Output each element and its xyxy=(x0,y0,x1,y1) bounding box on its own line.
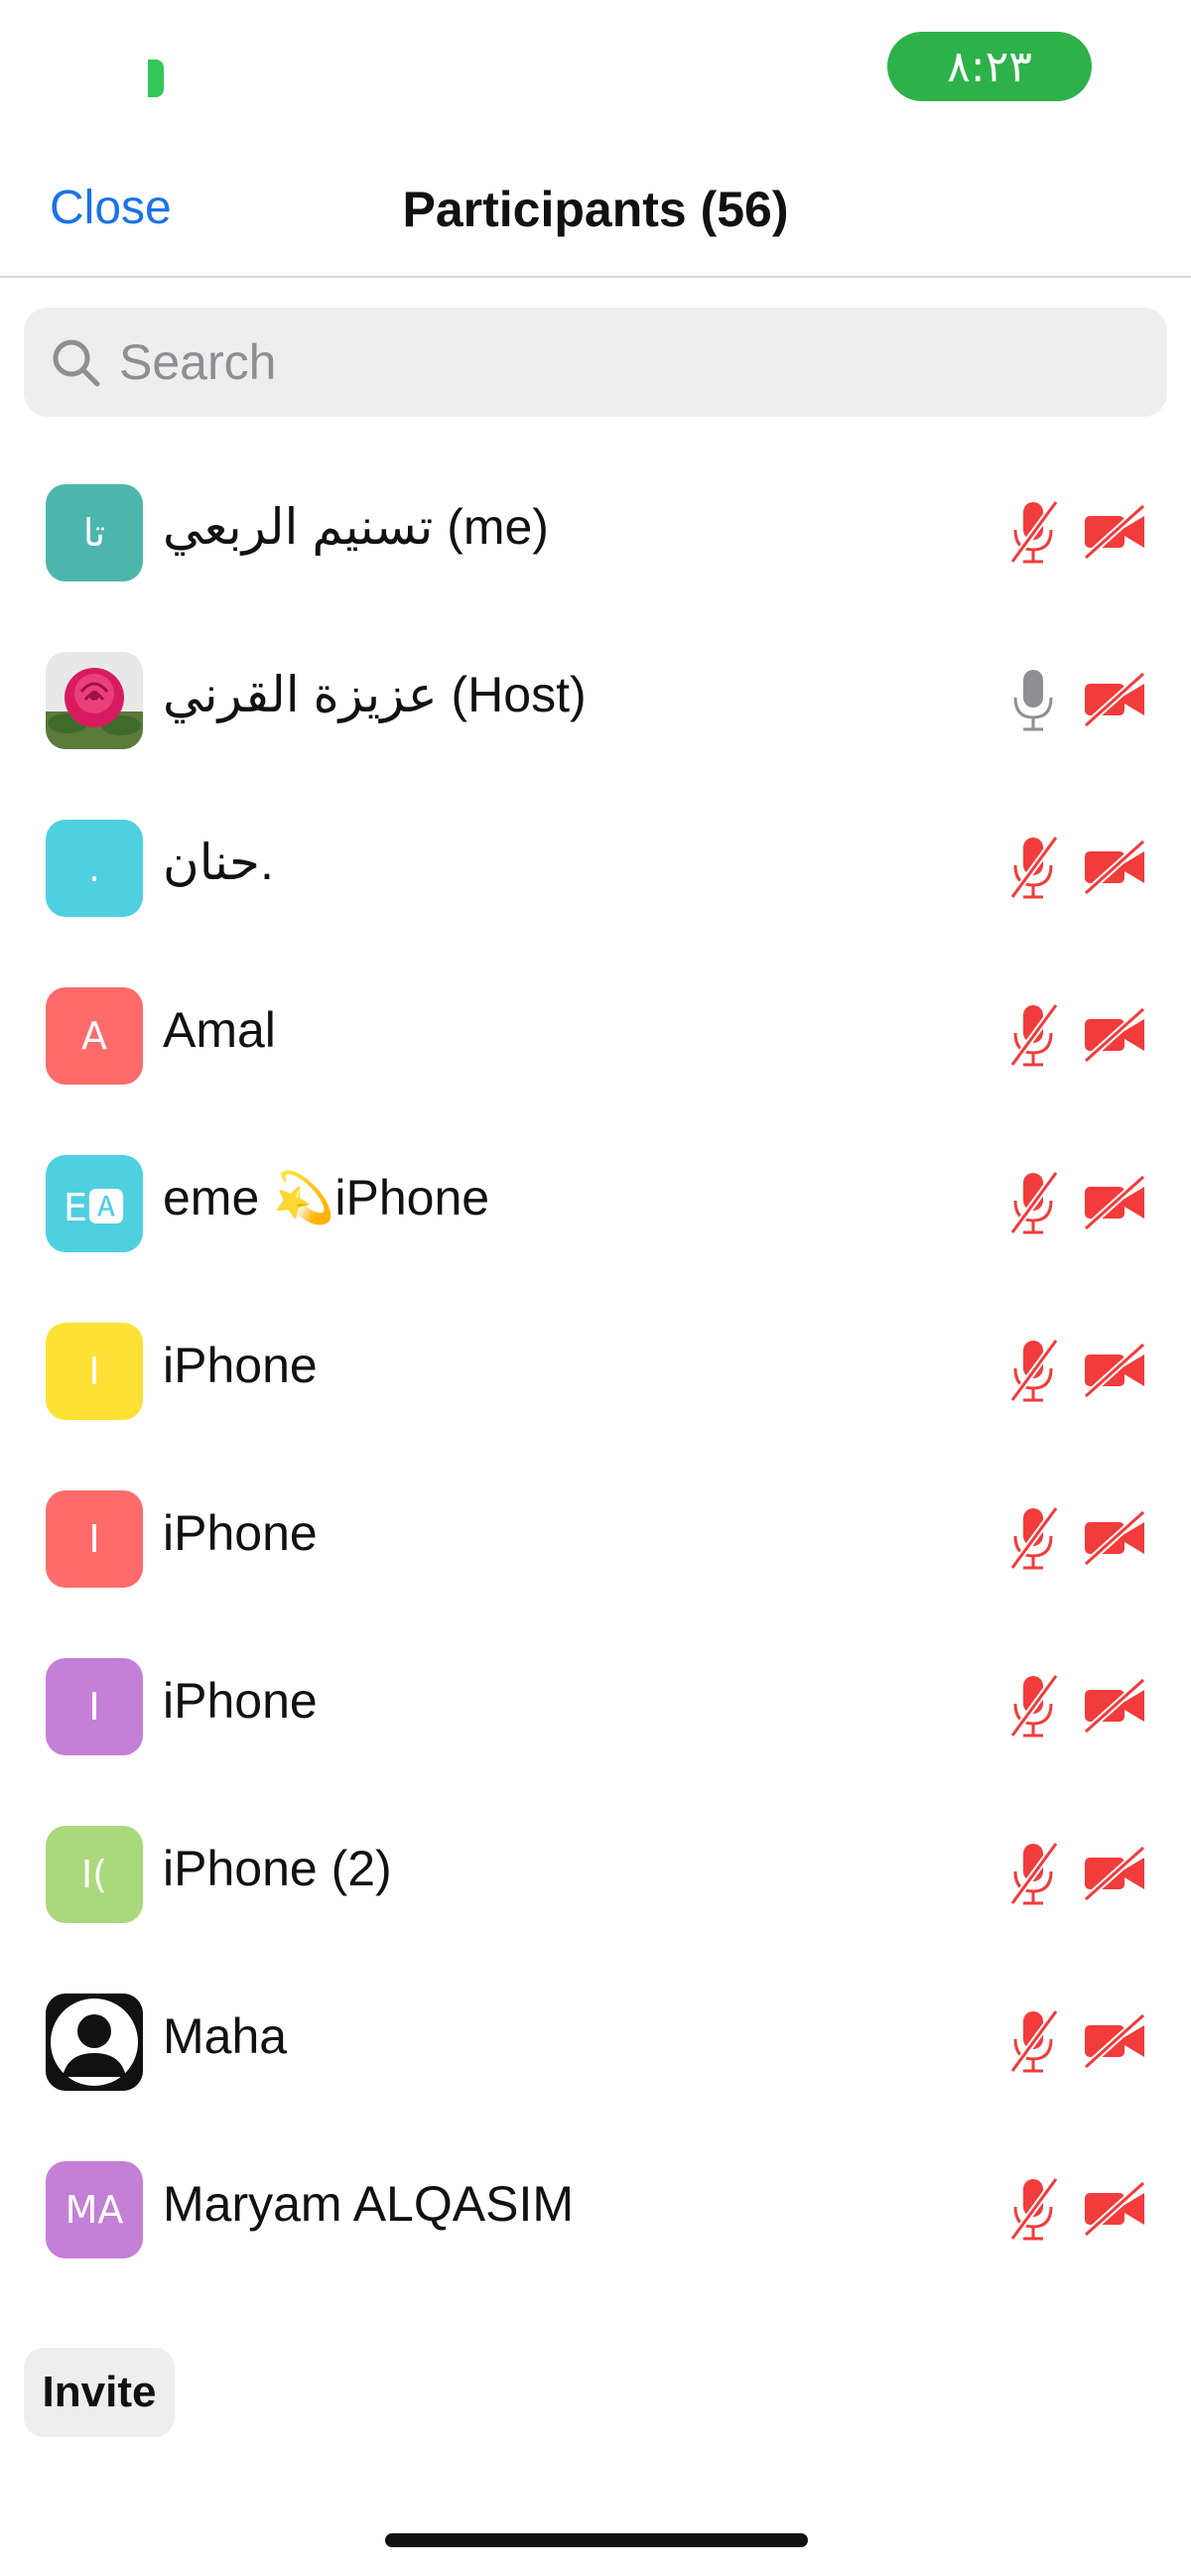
video-off-icon[interactable] xyxy=(1082,2013,1147,2069)
avatar: . xyxy=(46,820,143,917)
mic-muted-icon[interactable] xyxy=(1004,498,1062,568)
mic-muted-icon[interactable] xyxy=(1004,1504,1062,1574)
invite-button[interactable]: Invite xyxy=(24,2348,175,2437)
avatar-initials: I( xyxy=(80,1853,108,1896)
video-off-icon[interactable] xyxy=(1082,1175,1147,1230)
avatar: A xyxy=(46,987,143,1085)
avatar-initials: I xyxy=(88,1685,100,1729)
video-off-icon[interactable] xyxy=(1082,1007,1147,1063)
participant-name: iPhone (2) xyxy=(163,1841,392,1896)
participant-row[interactable]: E🅰 eme 💫iPhone xyxy=(0,1119,1191,1287)
mic-muted-icon[interactable] xyxy=(1004,834,1062,903)
video-off-icon[interactable] xyxy=(1082,672,1147,727)
search-input[interactable] xyxy=(117,332,1114,392)
page-title: Participants (56) xyxy=(402,182,789,237)
participant-row[interactable]: IiPhone xyxy=(0,1455,1191,1622)
avatar-initials: I xyxy=(88,1517,100,1561)
nav-bar: Close Participants (56) xyxy=(0,149,1191,278)
mic-muted-icon[interactable] xyxy=(1004,2007,1062,2077)
video-off-icon[interactable] xyxy=(1082,1343,1147,1398)
avatar-initials: I xyxy=(88,1350,100,1393)
avatar: تا xyxy=(46,484,143,581)
video-off-icon[interactable] xyxy=(1082,839,1147,895)
participant-row[interactable]: . حنان. xyxy=(0,784,1191,952)
video-off-icon[interactable] xyxy=(1082,2181,1147,2237)
recording-indicator xyxy=(148,60,164,97)
participant-row[interactable]: Maha xyxy=(0,1958,1191,2125)
status-bar: ٨:٢٣ xyxy=(0,0,1191,149)
participant-row[interactable]: تا تسنيم الربعي (me) xyxy=(0,449,1191,616)
participant-row[interactable]: IiPhone xyxy=(0,1287,1191,1455)
video-off-icon[interactable] xyxy=(1082,1678,1147,1734)
avatar-initials: MA xyxy=(65,2188,124,2232)
avatar: MA xyxy=(46,2161,143,2258)
avatar xyxy=(46,652,143,749)
participant-row[interactable]: A Amal xyxy=(0,952,1191,1119)
avatar: I xyxy=(46,1658,143,1755)
participant-row[interactable]: IiPhone xyxy=(0,1622,1191,1790)
participant-name: Maryam ALQASIM xyxy=(163,2176,574,2232)
participant-name: تسنيم الربعي (me) xyxy=(163,499,549,555)
avatar-initials: تا xyxy=(82,511,106,555)
participant-name: Maha xyxy=(163,2008,288,2064)
participant-row[interactable]: I( iPhone (2) xyxy=(0,1790,1191,1958)
mic-muted-icon[interactable] xyxy=(1004,1001,1062,1071)
avatar: I xyxy=(46,1490,143,1588)
participant-row[interactable]: عزيزة القرني (Host) xyxy=(0,616,1191,784)
participant-name: eme 💫iPhone xyxy=(163,1170,490,1225)
mic-muted-icon[interactable] xyxy=(1004,1840,1062,1909)
mic-icon[interactable] xyxy=(1004,666,1062,735)
participant-name: عزيزة القرني (Host) xyxy=(163,667,587,722)
participant-list: تا تسنيم الربعي (me) عزيزة القرني (Host). ح… xyxy=(0,449,1191,2293)
search-bar[interactable] xyxy=(24,308,1167,417)
mic-muted-icon[interactable] xyxy=(1004,1337,1062,1406)
avatar: I( xyxy=(46,1826,143,1923)
participant-name: iPhone xyxy=(163,1505,318,1561)
avatar: E🅰 xyxy=(46,1155,143,1252)
participant-name: iPhone xyxy=(163,1673,318,1729)
avatar: I xyxy=(46,1323,143,1420)
search-icon xyxy=(53,339,100,387)
status-time: ٨:٢٣ xyxy=(887,32,1092,101)
mic-muted-icon[interactable] xyxy=(1004,2175,1062,2245)
participant-name: Amal xyxy=(163,1002,276,1058)
person-silhouette-icon xyxy=(46,1994,143,2091)
participant-row[interactable]: MA Maryam ALQASIM xyxy=(0,2125,1191,2293)
video-off-icon[interactable] xyxy=(1082,1846,1147,1901)
avatar xyxy=(46,1994,143,2091)
avatar-initials: A xyxy=(81,1014,107,1058)
video-off-icon[interactable] xyxy=(1082,1510,1147,1566)
avatar-initials: E🅰 xyxy=(63,1185,125,1229)
mic-muted-icon[interactable] xyxy=(1004,1672,1062,1741)
participant-name: iPhone xyxy=(163,1338,318,1393)
avatar-initials: . xyxy=(87,846,101,890)
participant-name: حنان. xyxy=(163,835,274,890)
home-indicator xyxy=(385,2533,808,2547)
video-off-icon[interactable] xyxy=(1082,504,1147,560)
rose-photo-icon xyxy=(46,652,143,749)
mic-muted-icon[interactable] xyxy=(1004,1169,1062,1238)
